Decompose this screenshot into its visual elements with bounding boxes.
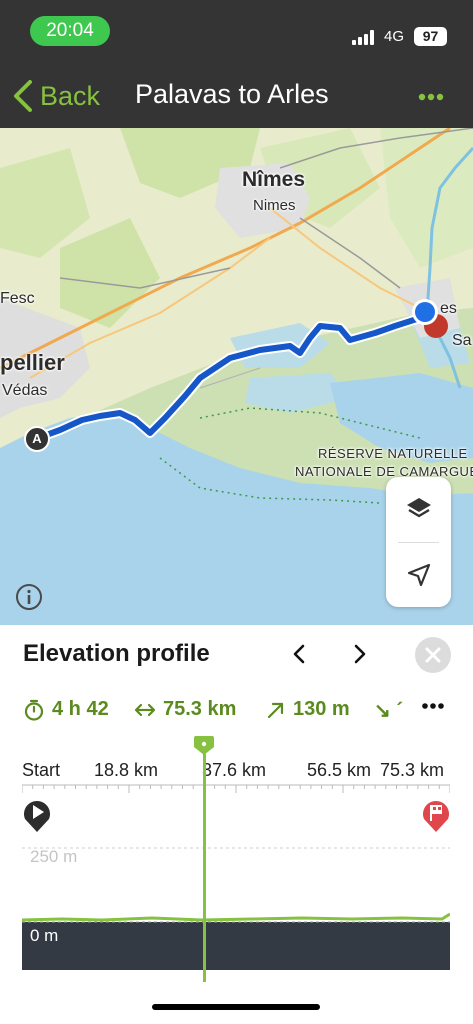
more-dots-icon: [422, 703, 444, 709]
map-label-fesc: Fesc: [0, 290, 35, 307]
network-type: 4G: [384, 28, 405, 45]
route-start-marker[interactable]: A: [24, 426, 50, 452]
home-indicator[interactable]: [152, 1004, 320, 1010]
map-label-montpellier: pellier: [0, 350, 65, 375]
stat-descent: ↘ ´: [374, 700, 403, 722]
scrubber-line: [203, 754, 206, 982]
play-pin-icon: [24, 801, 50, 832]
map-label-nimes-bold: Nîmes: [242, 168, 306, 191]
finish-flag-pin-icon: [423, 801, 449, 832]
navigation-bar: Back Palavas to Arles: [0, 62, 473, 128]
next-button[interactable]: [347, 642, 371, 666]
axis-tick-1: 18.8 km: [94, 760, 159, 780]
previous-button[interactable]: [288, 642, 312, 666]
map-layers-button[interactable]: [386, 477, 451, 541]
page-title: Palavas to Arles: [135, 79, 329, 109]
scrubber-handle-icon: [194, 736, 214, 755]
axis-tick-start: Start: [22, 760, 61, 780]
stat-duration: 4 h 42: [23, 698, 109, 721]
profile-scrubber[interactable]: [193, 736, 215, 982]
profile-end-marker: [421, 797, 451, 838]
stats-more-button[interactable]: [418, 696, 448, 720]
axis-tick-end: 75.3 km: [380, 760, 445, 780]
map-label-arles: es: [440, 300, 457, 317]
signal-icon: [352, 30, 378, 45]
ascent-arrow-icon: [267, 702, 284, 718]
battery-indicator: 97: [414, 27, 447, 46]
distance-axis: [22, 784, 450, 793]
chevron-left-icon: [293, 644, 305, 664]
map-info-button[interactable]: [15, 583, 43, 611]
back-button[interactable]: Back: [12, 74, 100, 118]
more-options-button[interactable]: [414, 82, 448, 112]
locate-me-button[interactable]: [386, 543, 451, 607]
stat-distance: 75.3 km: [134, 698, 236, 721]
stat-ascent: 130 m: [266, 698, 350, 721]
elevation-label-250: 250 m: [30, 847, 78, 866]
back-label: Back: [40, 80, 101, 111]
elevation-label-0: 0 m: [30, 926, 59, 945]
stat-distance-value: 75.3 km: [163, 698, 237, 720]
close-button[interactable]: [415, 637, 451, 673]
info-icon: [16, 584, 42, 610]
navigation-arrow-icon: [407, 563, 430, 587]
elevation-chart[interactable]: [22, 795, 450, 970]
layers-icon: [406, 498, 431, 518]
map-label-nimes: Nimes: [253, 197, 296, 214]
axis-tick-3: 56.5 km: [307, 760, 372, 780]
chevron-right-icon: [354, 644, 366, 664]
status-time: 20:04: [30, 16, 110, 46]
map-label-vedas: Védas: [2, 382, 48, 399]
chevron-left-icon: [14, 80, 32, 112]
stat-duration-value: 4 h 42: [52, 698, 109, 720]
close-icon: [425, 647, 441, 663]
map-label-sa: Sa: [452, 332, 472, 349]
stopwatch-icon: [24, 699, 44, 721]
more-dots-icon: [418, 93, 444, 101]
sheet-title: Elevation profile: [23, 640, 210, 667]
map-controls: [386, 477, 451, 607]
horizontal-arrows-icon: [134, 703, 156, 716]
map-label-reserve-1: RÉSERVE NATURELLE: [318, 446, 468, 461]
stat-ascent-value: 130 m: [293, 698, 350, 720]
profile-start-marker: [22, 797, 52, 838]
